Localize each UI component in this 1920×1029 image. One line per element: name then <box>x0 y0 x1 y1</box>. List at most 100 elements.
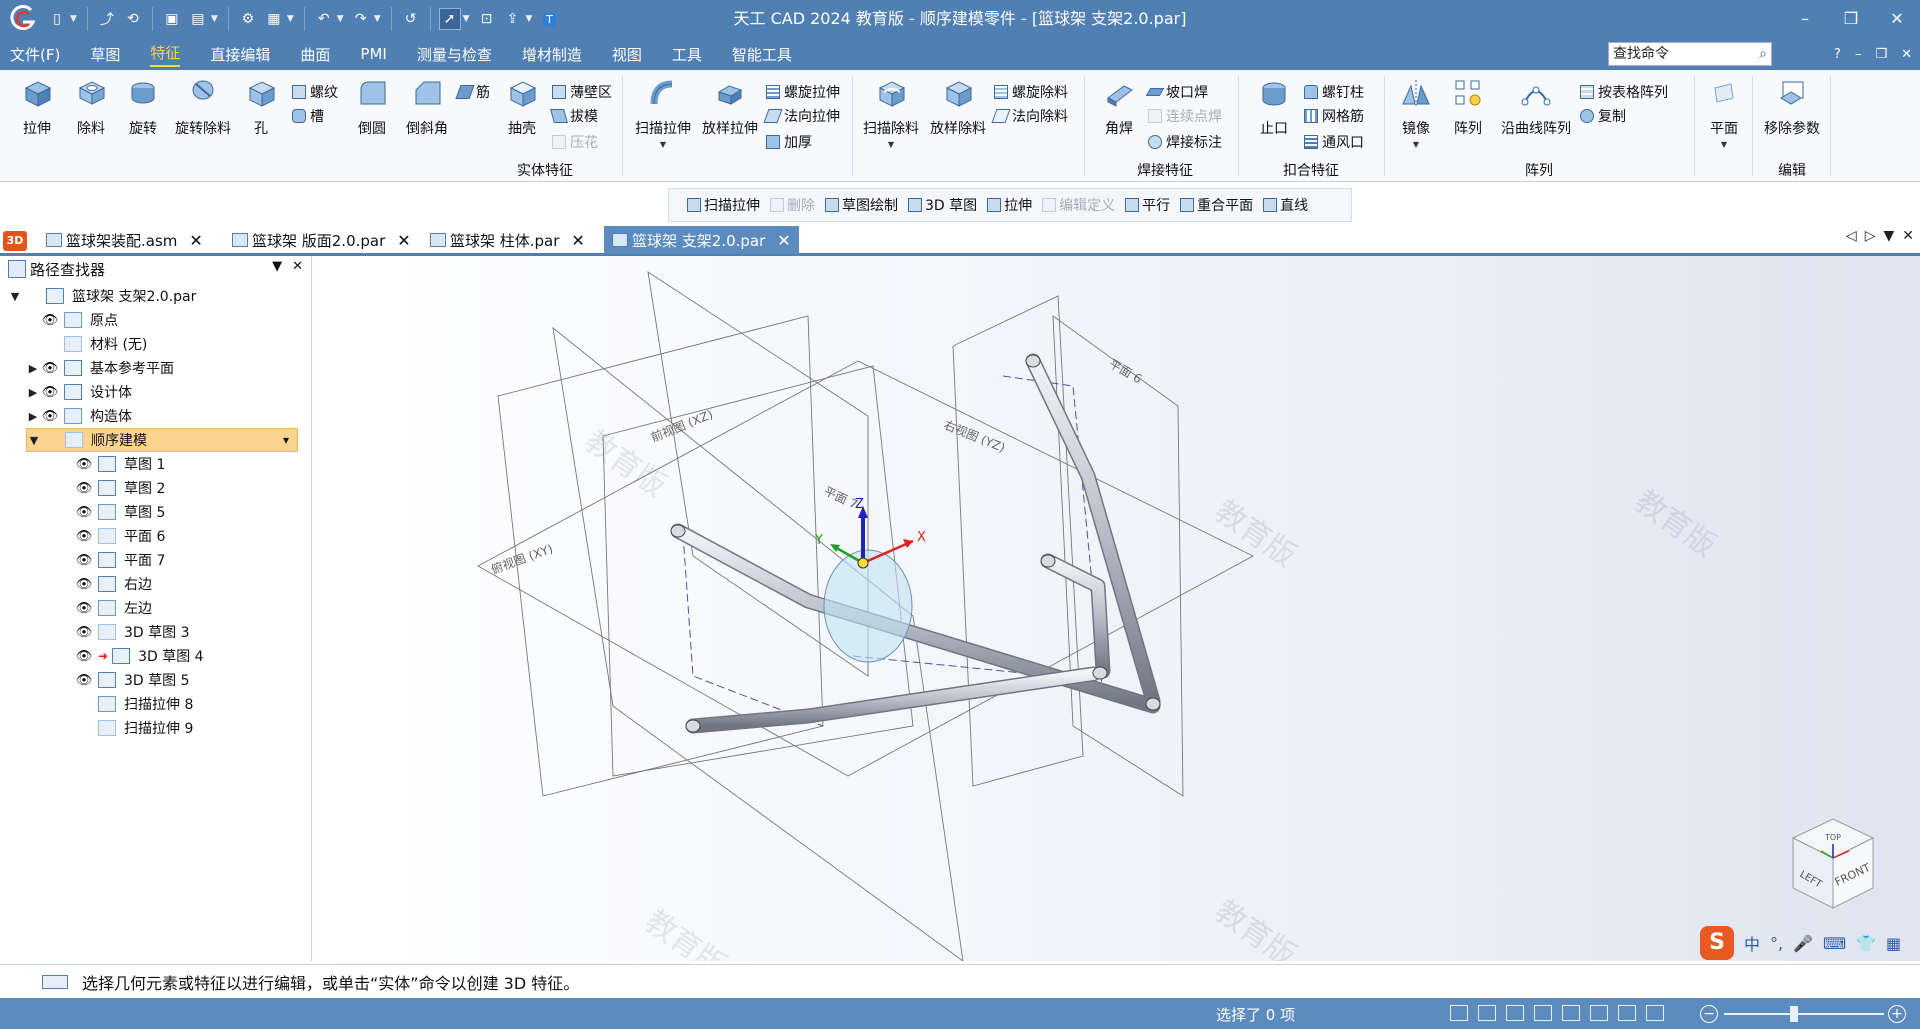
tree-item[interactable]: 材料 (无) <box>26 332 147 356</box>
tab-list-icon[interactable]: ▼ <box>1883 228 1894 244</box>
search-icon[interactable]: ⌕ <box>1759 43 1767 65</box>
3d-viewport[interactable]: 教育版 教育版 教育版 教育版 教育版 前视图 (XZ) 右视图 (YZ) 俯视… <box>313 256 1920 961</box>
tree-expand-icon[interactable]: ▼ <box>8 290 22 303</box>
command-search-input[interactable]: 查找命令 ⌕ <box>1608 42 1772 66</box>
draft-button[interactable]: 拔模 <box>550 106 598 126</box>
visibility-eye-icon[interactable]: 👁 <box>74 505 94 520</box>
view-zoom-area-icon[interactable] <box>1478 1005 1496 1021</box>
mirror-button[interactable]: 镜像 ▼ <box>1394 76 1438 149</box>
tree-item[interactable]: 👁 3D 草图 5 <box>74 668 190 692</box>
view-fit-icon[interactable] <box>1450 1005 1468 1021</box>
menu-item[interactable]: 测量与检查 <box>417 44 492 65</box>
vent-button[interactable]: 通风口 <box>1304 132 1364 152</box>
visibility-eye-icon[interactable]: 👁 <box>74 529 94 544</box>
curve-pattern-button[interactable]: 沿曲线阵列 <box>1498 76 1574 138</box>
command-bar-item[interactable]: 扫描拉伸 <box>687 195 760 215</box>
doc-minimize-button[interactable]: – <box>1855 47 1862 62</box>
sweep-button[interactable]: 扫描拉伸 ▼ <box>630 76 696 149</box>
prompt-icon[interactable] <box>42 974 68 989</box>
pathfinder-close-icon[interactable]: ✕ <box>292 259 303 274</box>
plane-dropdown-icon[interactable]: ▼ <box>1704 140 1744 149</box>
tree-item[interactable]: 扫描拉伸 9 <box>74 716 193 740</box>
command-bar-item[interactable]: 编辑定义 <box>1042 195 1115 215</box>
sequence-dropdown-icon[interactable]: ▾ <box>283 433 289 447</box>
visibility-eye-icon[interactable]: 👁 <box>40 313 60 328</box>
tab-next-icon[interactable]: ▷ <box>1865 228 1876 244</box>
visibility-eye-icon[interactable]: 👁 <box>74 481 94 496</box>
tree-item[interactable]: 👁 草图 2 <box>74 476 165 500</box>
view-cube[interactable]: TOP LEFT FRONT <box>1791 818 1875 909</box>
visibility-eye-icon[interactable]: 👁 <box>74 649 94 664</box>
menu-item[interactable]: 增材制造 <box>522 44 582 65</box>
doc-close-button[interactable]: ✕ <box>1901 47 1912 62</box>
command-bar-item[interactable]: 平行 <box>1125 195 1170 215</box>
tree-item[interactable]: 👁 左边 <box>74 596 152 620</box>
visibility-eye-icon[interactable]: 👁 <box>74 601 94 616</box>
ime-keyboard-icon[interactable]: ⌨ <box>1823 934 1846 953</box>
visibility-eye-icon[interactable]: 👁 <box>74 553 94 568</box>
close-tab-icon[interactable]: ✕ <box>189 231 202 250</box>
pattern-button[interactable]: 阵列 <box>1448 76 1488 138</box>
view-pan-icon[interactable] <box>1534 1005 1552 1021</box>
slot-button[interactable]: 槽 <box>292 106 324 126</box>
command-bar-item[interactable]: 重合平面 <box>1180 195 1253 215</box>
menu-item[interactable]: 智能工具 <box>732 44 792 65</box>
document-tab[interactable]: 篮球架装配.asm ✕ <box>46 226 203 254</box>
extrude-button[interactable]: 拉伸 <box>14 76 60 138</box>
doc-restore-button[interactable]: ❐ <box>1875 47 1887 62</box>
round-button[interactable]: 倒圆 <box>352 76 392 138</box>
tree-item[interactable]: 👁 草图 5 <box>74 500 165 524</box>
mirror-dropdown-icon[interactable]: ▼ <box>1394 140 1438 149</box>
normal-cut-button[interactable]: 法向除料 <box>991 106 1068 126</box>
loft-cut-button[interactable]: 放样除料 <box>926 76 990 138</box>
thicken-button[interactable]: 加厚 <box>766 132 812 152</box>
remove-params-button[interactable]: 移除参数 <box>1760 76 1824 138</box>
command-bar-item[interactable]: 直线 <box>1263 195 1308 215</box>
visibility-eye-icon[interactable]: 👁 <box>40 385 60 400</box>
tree-item[interactable]: ▶ 👁 构造体 <box>26 404 132 428</box>
fillet-weld-button[interactable]: 角焊 <box>1094 76 1144 138</box>
ime-lang-toggle[interactable]: 中 <box>1744 931 1760 955</box>
view-zoom-icon[interactable] <box>1506 1005 1524 1021</box>
tree-item[interactable]: 👁 右边 <box>74 572 152 596</box>
tube-frame[interactable] <box>670 353 1161 734</box>
tab-prev-icon[interactable]: ◁ <box>1846 228 1857 244</box>
view-section-icon[interactable] <box>1646 1005 1664 1021</box>
plane-6-back[interactable] <box>952 295 1084 787</box>
ime-punct-toggle[interactable]: °, <box>1770 934 1783 953</box>
table-pattern-button[interactable]: 按表格阵列 <box>1580 82 1668 102</box>
groove-weld-button[interactable]: 坡口焊 <box>1145 82 1208 102</box>
emboss-button[interactable]: 压花 <box>552 132 598 152</box>
tree-item[interactable]: 👁 原点 <box>26 308 118 332</box>
view-orient-icon[interactable] <box>1590 1005 1608 1021</box>
revolve-cut-button[interactable]: 旋转除料 <box>170 76 236 138</box>
thin-region-button[interactable]: 薄壁区 <box>552 82 612 102</box>
sweep-cut-button[interactable]: 扫描除料 ▼ <box>858 76 924 149</box>
document-tab[interactable]: 篮球架 柱体.par ✕ <box>430 226 585 254</box>
tree-expand-icon[interactable]: ▼ <box>27 434 41 447</box>
chamfer-button[interactable]: 倒斜角 <box>402 76 452 138</box>
document-tab[interactable]: 篮球架 版面2.0.par ✕ <box>232 226 411 254</box>
close-button[interactable]: ✕ <box>1874 0 1920 38</box>
tree-item[interactable]: 👁 平面 6 <box>74 524 165 548</box>
sweep-dropdown-icon[interactable]: ▼ <box>630 140 696 149</box>
help-button[interactable]: ? <box>1834 47 1841 62</box>
close-tab-icon[interactable]: ✕ <box>571 231 584 250</box>
copy-button[interactable]: 复制 <box>1580 106 1626 126</box>
ime-skin-icon[interactable]: 👕 <box>1856 934 1876 953</box>
command-bar-item[interactable]: 拉伸 <box>987 195 1032 215</box>
sogou-logo-icon[interactable]: S <box>1700 926 1734 960</box>
view-style-icon[interactable] <box>1618 1005 1636 1021</box>
tree-item[interactable]: ▼ 顺序建模 ▾ <box>26 428 298 452</box>
stitch-weld-button[interactable]: 连续点焊 <box>1148 106 1222 126</box>
visibility-eye-icon[interactable]: 👁 <box>74 457 94 472</box>
normal-button[interactable]: 法向拉伸 <box>763 106 840 126</box>
close-tab-icon[interactable]: ✕ <box>777 231 790 250</box>
tree-item[interactable]: 👁 草图 1 <box>74 452 165 476</box>
menu-item[interactable]: 特征 <box>150 42 181 67</box>
view-rotate-icon[interactable] <box>1562 1005 1580 1021</box>
revolve-button[interactable]: 旋转 <box>120 76 166 138</box>
sweep-cut-dropdown-icon[interactable]: ▼ <box>858 140 924 149</box>
tree-expand-icon[interactable]: ▶ <box>26 362 40 375</box>
tree-item[interactable]: 👁 3D 草图 3 <box>74 620 190 644</box>
